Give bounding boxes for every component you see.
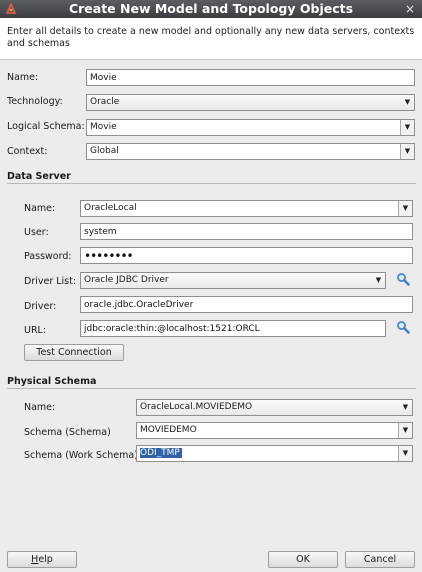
context-combo[interactable]: Global ▼ (86, 143, 415, 160)
help-label-rest: elp (38, 554, 53, 565)
server-name-combo[interactable]: OracleLocal ▼ (80, 200, 413, 217)
password-label: Password: (24, 251, 72, 262)
chevron-down-icon: ▼ (402, 403, 409, 411)
work-schema-combo[interactable]: ODI_TMP ▼ (136, 445, 413, 462)
physical-schema-name-dropdown[interactable]: OracleLocal.MOVIEDEMO ▼ (136, 399, 413, 416)
technology-value: Oracle (90, 97, 120, 107)
model-name-label: Name: (7, 72, 39, 83)
context-value: Global (90, 146, 119, 156)
odi-app-icon (5, 3, 17, 14)
chevron-down-icon[interactable]: ▼ (398, 446, 412, 461)
intro-banner: Enter all details to create a new model … (0, 18, 422, 60)
physical-schema-name-value: OracleLocal.MOVIEDEMO (140, 402, 253, 412)
intro-text: Enter all details to create a new model … (7, 26, 415, 49)
chevron-down-icon[interactable]: ▼ (400, 144, 414, 159)
search-icon[interactable] (396, 272, 410, 286)
test-connection-button[interactable]: Test Connection (24, 344, 124, 361)
work-schema-selected-text: ODI_TMP (140, 448, 182, 458)
schema-label: Schema (Schema) (24, 427, 111, 438)
physical-schema-section-header: Physical Schema (7, 376, 416, 389)
user-label: User: (24, 227, 49, 238)
window-title: Create New Model and Topology Objects (68, 1, 354, 16)
title-bar: Create New Model and Topology Objects × (0, 0, 422, 18)
work-schema-value: ODI_TMP (140, 446, 397, 461)
logical-schema-label: Logical Schema: (7, 121, 85, 132)
ok-button[interactable]: OK (268, 551, 338, 568)
help-button[interactable]: Help (7, 551, 77, 568)
driver-list-dropdown[interactable]: Oracle JDBC Driver ▼ (80, 272, 386, 289)
model-name-input[interactable] (86, 69, 415, 86)
driver-list-value: Oracle JDBC Driver (84, 275, 169, 285)
password-input[interactable] (80, 247, 413, 264)
schema-value: MOVIEDEMO (140, 425, 197, 435)
driver-input[interactable] (80, 296, 413, 313)
logical-schema-combo[interactable]: Movie ▼ (86, 119, 415, 136)
chevron-down-icon: ▼ (404, 98, 411, 106)
url-label: URL: (24, 325, 47, 336)
driver-label: Driver: (24, 301, 57, 312)
chevron-down-icon[interactable]: ▼ (398, 423, 412, 438)
user-input[interactable] (80, 223, 413, 240)
server-name-label: Name: (24, 203, 56, 214)
data-server-section-header: Data Server (7, 171, 416, 184)
driver-list-label: Driver List: (24, 276, 77, 287)
chevron-down-icon[interactable]: ▼ (400, 120, 414, 135)
context-label: Context: (7, 146, 48, 157)
physical-schema-name-label: Name: (24, 402, 56, 413)
chevron-down-icon[interactable]: ▼ (398, 201, 412, 216)
logical-schema-value: Movie (90, 122, 117, 132)
work-schema-label: Schema (Work Schema) (24, 450, 138, 461)
cancel-button[interactable]: Cancel (345, 551, 415, 568)
technology-dropdown[interactable]: Oracle ▼ (86, 94, 415, 111)
technology-label: Technology: (7, 96, 63, 107)
close-icon[interactable]: × (404, 0, 416, 18)
schema-combo[interactable]: MOVIEDEMO ▼ (136, 422, 413, 439)
search-icon[interactable] (396, 320, 410, 334)
chevron-down-icon: ▼ (375, 276, 382, 284)
url-input[interactable] (80, 320, 386, 337)
server-name-value: OracleLocal (84, 203, 137, 213)
